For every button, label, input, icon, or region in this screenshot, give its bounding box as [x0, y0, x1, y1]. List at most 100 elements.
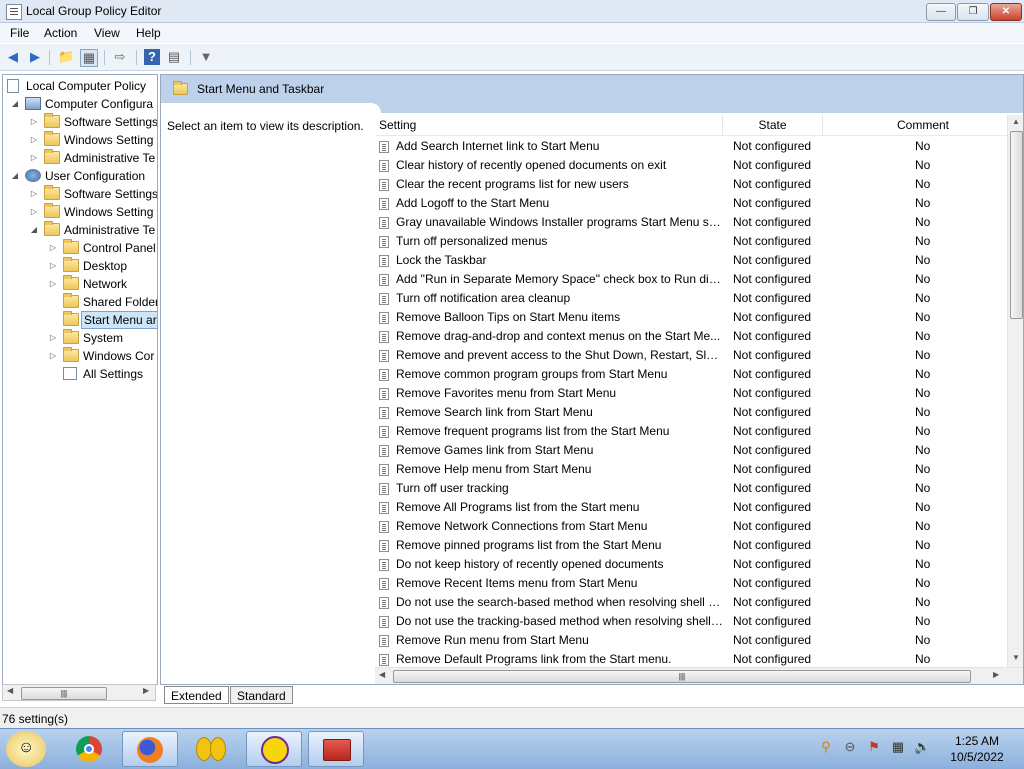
table-row[interactable]: Turn off personalized menus Not configure… [375, 232, 1007, 251]
messenger-taskbar-button[interactable] [184, 731, 240, 767]
scrollbar-thumb[interactable]: ||| [393, 670, 971, 683]
expand-arrow-icon[interactable]: ▷ [49, 347, 57, 365]
yahoo-taskbar-button[interactable] [246, 731, 302, 767]
scroll-down-arrow-icon[interactable]: ▼ [1012, 653, 1020, 662]
clock[interactable]: 1:25 AM 10/5/2022 [944, 733, 1010, 765]
table-row[interactable]: Do not keep history of recently opened d… [375, 555, 1007, 574]
menu-view[interactable]: View [94, 26, 120, 40]
expand-arrow-icon[interactable]: ▷ [30, 113, 38, 131]
close-button[interactable]: ✕ [990, 3, 1022, 21]
collapse-arrow-icon[interactable]: ◢ [30, 221, 38, 239]
menu-help[interactable]: Help [136, 26, 161, 40]
help-icon[interactable]: ? [144, 49, 160, 65]
scrollbar-thumb[interactable] [1010, 131, 1023, 319]
start-button[interactable]: ☺ [6, 731, 46, 767]
filter-icon[interactable]: ▼ [198, 49, 214, 65]
table-row[interactable]: Do not use the tracking-based method whe… [375, 612, 1007, 631]
setting-icon [379, 274, 389, 286]
table-row[interactable]: Add "Run in Separate Memory Space" check… [375, 270, 1007, 289]
window-title: Local Group Policy Editor [26, 4, 162, 18]
table-row[interactable]: Remove and prevent access to the Shut Do… [375, 346, 1007, 365]
scroll-right-arrow-icon[interactable]: ▶ [143, 686, 149, 695]
column-header-comment[interactable]: Comment [823, 115, 1007, 135]
collapse-arrow-icon[interactable]: ◢ [11, 167, 19, 185]
tree-horizontal-scrollbar[interactable]: ◀ ||| ▶ [2, 684, 156, 701]
folder-icon [44, 149, 60, 164]
table-row[interactable]: Remove Search link from Start Menu Not co… [375, 403, 1007, 422]
folder-icon [63, 347, 79, 362]
tab-extended[interactable]: Extended [164, 686, 229, 704]
expand-arrow-icon[interactable]: ▷ [49, 239, 57, 257]
table-row[interactable]: Clear history of recently opened documen… [375, 156, 1007, 175]
expand-arrow-icon[interactable]: ▷ [49, 329, 57, 347]
action-center-icon[interactable]: ⚑ [866, 739, 882, 755]
scroll-up-arrow-icon[interactable]: ▲ [1012, 117, 1020, 126]
table-row[interactable]: Remove Recent Items menu from Start Menu… [375, 574, 1007, 593]
group-policy-taskbar-button[interactable] [308, 731, 364, 767]
expand-arrow-icon[interactable]: ▷ [30, 203, 38, 221]
network-icon[interactable]: ▦ [890, 739, 906, 755]
search-icon[interactable]: ⚲ [818, 739, 834, 755]
table-row[interactable]: Remove pinned programs list from the Sta… [375, 536, 1007, 555]
properties-icon[interactable]: ▤ [166, 49, 182, 65]
scroll-left-arrow-icon[interactable]: ◀ [379, 670, 385, 679]
back-arrow-icon[interactable]: ◀ [5, 49, 21, 65]
table-row[interactable]: Remove drag-and-drop and context menus o… [375, 327, 1007, 346]
toolbar-separator [104, 50, 105, 65]
export-list-icon[interactable]: ⇨ [112, 49, 128, 65]
table-row[interactable]: Do not use the search-based method when … [375, 593, 1007, 612]
table-row[interactable]: Remove Help menu from Start Menu Not conf… [375, 460, 1007, 479]
minus-circle-icon[interactable]: ⊖ [842, 739, 858, 755]
table-row[interactable]: Gray unavailable Windows Installer progr… [375, 213, 1007, 232]
tab-standard[interactable]: Standard [230, 686, 293, 704]
firefox-taskbar-button[interactable] [122, 731, 178, 767]
up-folder-icon[interactable]: 📁 [58, 49, 74, 65]
menu-bar: File Action View Help [0, 23, 1024, 43]
toolbar-separator [136, 50, 137, 65]
column-header-setting[interactable]: Setting [375, 115, 723, 135]
setting-comment: No [915, 158, 931, 172]
table-row[interactable]: Lock the Taskbar Not configured No [375, 251, 1007, 270]
details-horizontal-scrollbar[interactable]: ◀ ||| ▶ [375, 667, 1023, 684]
table-row[interactable]: Turn off user tracking Not configured No [375, 479, 1007, 498]
expand-arrow-icon[interactable]: ▷ [30, 149, 38, 167]
table-row[interactable]: Remove Network Connections from Start Me… [375, 517, 1007, 536]
scroll-right-arrow-icon[interactable]: ▶ [993, 670, 999, 679]
collapse-arrow-icon[interactable]: ◢ [11, 95, 19, 113]
expand-arrow-icon[interactable]: ▷ [30, 185, 38, 203]
show-hide-tree-icon[interactable]: ▦ [80, 49, 98, 67]
table-row[interactable]: Add Search Internet link to Start Menu No… [375, 137, 1007, 156]
setting-comment: No [915, 424, 931, 438]
table-row[interactable]: Remove Games link from Start Menu Not con… [375, 441, 1007, 460]
setting-name: Remove Network Connections from Start Me… [396, 519, 648, 533]
table-row[interactable]: Remove Balloon Tips on Start Menu items N… [375, 308, 1007, 327]
table-row[interactable]: Remove Favorites menu from Start Menu Not… [375, 384, 1007, 403]
expand-arrow-icon[interactable]: ▷ [49, 275, 57, 293]
minimize-button[interactable]: — [926, 3, 956, 21]
expand-arrow-icon[interactable]: ▷ [49, 257, 57, 275]
volume-icon[interactable]: 🔈 [914, 739, 930, 755]
forward-arrow-icon[interactable]: ▶ [27, 49, 43, 65]
table-row[interactable]: Remove All Programs list from the Start … [375, 498, 1007, 517]
table-row[interactable]: Remove Run menu from Start Menu Not confi… [375, 631, 1007, 650]
setting-name: Remove Run menu from Start Menu [396, 633, 589, 647]
setting-icon [379, 312, 389, 324]
scrollbar-thumb[interactable]: ||| [21, 687, 107, 700]
menu-file[interactable]: File [10, 26, 29, 40]
table-row[interactable]: Add Logoff to the Start Menu Not configur… [375, 194, 1007, 213]
setting-icon [379, 445, 389, 457]
table-row[interactable]: Turn off notification area cleanup Not co… [375, 289, 1007, 308]
table-row[interactable]: Remove common program groups from Start … [375, 365, 1007, 384]
expand-arrow-icon[interactable]: ▷ [30, 131, 38, 149]
menu-action[interactable]: Action [44, 26, 77, 40]
clock-date: 10/5/2022 [950, 750, 1004, 764]
column-header-state[interactable]: State [723, 115, 823, 135]
table-row[interactable]: Clear the recent programs list for new u… [375, 175, 1007, 194]
restore-button[interactable]: ❐ [957, 3, 989, 21]
setting-name: Remove Balloon Tips on Start Menu items [396, 310, 621, 324]
tree-label: Windows Setting [64, 205, 154, 219]
chrome-taskbar-button[interactable] [62, 731, 118, 767]
scroll-left-arrow-icon[interactable]: ◀ [7, 686, 13, 695]
table-row[interactable]: Remove frequent programs list from the S… [375, 422, 1007, 441]
vertical-scrollbar[interactable]: ▲ ▼ [1007, 115, 1023, 667]
